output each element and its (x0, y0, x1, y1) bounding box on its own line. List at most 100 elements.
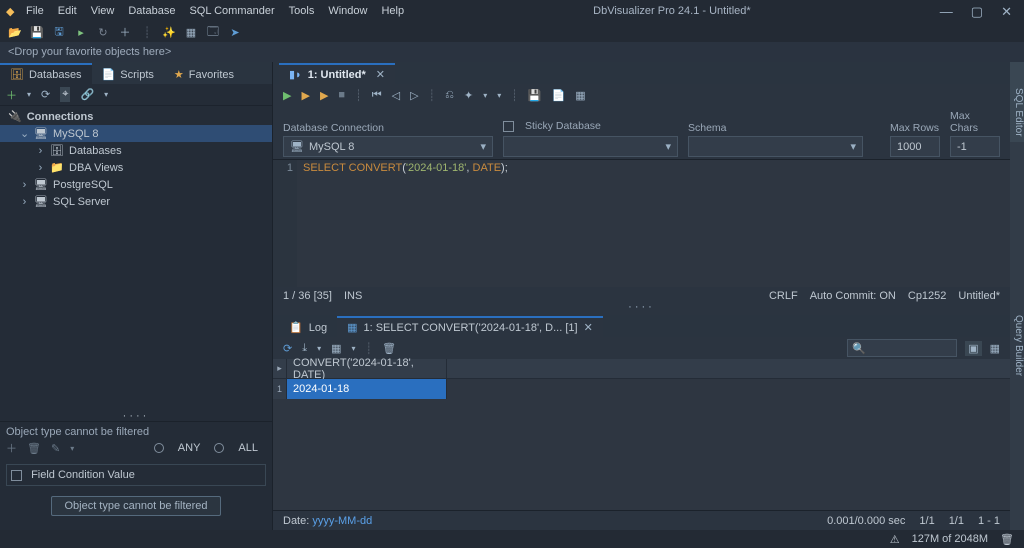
fwd-icon[interactable]: ▷ (410, 89, 418, 102)
tab-log[interactable]: 📋 Log (279, 318, 337, 337)
tab-untitled[interactable]: ▮◗ 1: Untitled* ✕ (279, 63, 395, 84)
db-connection-select[interactable]: 🖥MySQL 8 ▾ (283, 136, 493, 157)
gc-icon[interactable]: 🗑 (1000, 533, 1014, 546)
link-icon[interactable]: 🔗 (80, 88, 94, 101)
column-header[interactable]: CONVERT('2024-01-18', DATE) (287, 359, 447, 378)
sql-editor[interactable]: 1 SELECT CONVERT('2024-01-18', DATE); (273, 159, 1010, 287)
twisty-icon[interactable]: › (36, 145, 45, 157)
tree-node[interactable]: ›🖥PostgreSQL (0, 176, 272, 193)
menu-sql-commander[interactable]: SQL Commander (189, 5, 274, 17)
sticky-checkbox[interactable] (503, 121, 514, 132)
favorites-drop-strip[interactable]: <Drop your favorite objects here> (0, 42, 1024, 62)
checkbox-fcv[interactable] (11, 470, 22, 481)
chevron-down-icon[interactable]: ▾ (483, 91, 487, 100)
save-all-icon[interactable]: 🖫 (52, 25, 66, 39)
refresh-icon[interactable]: ⟳ (283, 342, 292, 355)
play-group-icon[interactable]: ▶ (301, 89, 309, 102)
play-icon[interactable]: ▶ (283, 89, 291, 102)
chevron-down-icon[interactable]: ▾ (352, 344, 356, 353)
database-icon: 🗄 (10, 68, 24, 81)
export-icon[interactable]: ⤓ (302, 342, 307, 355)
skip-back-icon[interactable]: ⏮ (372, 89, 382, 102)
close-tab-icon[interactable]: ✕ (376, 68, 385, 81)
result-grid[interactable]: ▸ CONVERT('2024-01-18', DATE) 1 2024-01-… (273, 359, 1010, 510)
splitter-dots-icon[interactable]: ···· (0, 413, 272, 421)
menu-window[interactable]: Window (328, 5, 367, 17)
schema-select[interactable]: ▾ (688, 136, 863, 157)
tree-node[interactable]: ⌄🖥MySQL 8 (0, 125, 272, 142)
menu-view[interactable]: View (91, 5, 115, 17)
sticky-db-select[interactable]: ▾ (503, 136, 678, 157)
maximize-icon[interactable]: ▢ (971, 5, 983, 18)
table-row[interactable]: 1 2024-01-18 (273, 379, 1010, 399)
menu-database[interactable]: Database (128, 5, 175, 17)
maxchars-input[interactable]: -1 (950, 136, 1000, 157)
date-format[interactable]: yyyy-MM-dd (312, 515, 372, 527)
code-area[interactable]: SELECT CONVERT('2024-01-18', DATE); (297, 160, 514, 287)
back-icon[interactable]: ◁ (392, 89, 400, 102)
stop-icon[interactable]: ↻ (96, 25, 110, 39)
menu-edit[interactable]: Edit (58, 5, 77, 17)
trash-icon[interactable]: 🗑 (382, 342, 396, 355)
chevron-down-icon[interactable]: ▾ (497, 91, 501, 100)
menu-help[interactable]: Help (381, 5, 404, 17)
save-icon[interactable]: 💾 (528, 89, 542, 102)
play-file-icon[interactable]: ▶ (320, 89, 328, 102)
chevron-down-icon[interactable]: ▾ (27, 90, 31, 99)
chevron-down-icon[interactable]: ▾ (850, 140, 856, 153)
pencil-icon[interactable]: ✎ (51, 442, 60, 455)
twisty-icon[interactable]: › (36, 162, 45, 174)
tab-databases[interactable]: 🗄 Databases (0, 63, 92, 84)
add-connection-icon[interactable]: ＋ (6, 87, 17, 103)
tab-favorites[interactable]: ★ Favorites (164, 65, 244, 84)
result-cell[interactable]: 2024-01-18 (287, 379, 447, 399)
trash-icon[interactable]: 🗑 (27, 442, 41, 455)
grid-icon[interactable]: ▦ (331, 342, 341, 355)
tab-result[interactable]: ▦ 1: SELECT CONVERT('2024-01-18', D... [… (337, 316, 603, 337)
plus-icon[interactable]: ＋ (6, 440, 17, 456)
close-icon[interactable]: ✕ (1001, 5, 1012, 18)
radio-all[interactable] (214, 443, 224, 453)
branch-icon[interactable]: ⎌ (445, 89, 454, 102)
twisty-icon[interactable]: ⌄ (20, 127, 29, 140)
chevron-down-icon[interactable]: ▾ (317, 344, 321, 353)
chevron-down-icon[interactable]: ▾ (104, 90, 108, 99)
config-icon[interactable]: ✦ (464, 89, 473, 102)
sidebar-sql-editor[interactable]: SQL Editor (1010, 62, 1024, 142)
tree-node[interactable]: ›🖥SQL Server (0, 193, 272, 210)
magic-icon[interactable]: ✨ (162, 25, 176, 39)
run-icon[interactable]: ▸ (74, 25, 88, 39)
chevron-down-icon[interactable]: ▾ (480, 140, 486, 153)
close-tab-icon[interactable]: ✕ (584, 321, 593, 334)
arrow-icon[interactable]: ➤ (228, 25, 242, 39)
menu-file[interactable]: File (26, 5, 44, 17)
plus-icon[interactable]: ＋ (118, 25, 132, 39)
grid-mode-icon[interactable]: ▦ (990, 342, 1000, 355)
splitter-dots-icon[interactable]: ···· (273, 305, 1010, 315)
maxrows-input[interactable]: 1000 (890, 136, 940, 157)
warning-icon[interactable]: ⚠ (890, 533, 900, 546)
funnel-icon[interactable]: ⌖ (60, 87, 70, 102)
chevron-down-icon[interactable]: ▾ (665, 140, 671, 153)
twisty-icon[interactable]: › (20, 179, 29, 191)
result-search-input[interactable]: 🔍 (847, 339, 957, 357)
format-icon[interactable]: ▦ (575, 89, 585, 102)
open-icon[interactable]: 📄 (552, 89, 566, 102)
tree-node[interactable]: ›🗄Databases (0, 142, 272, 159)
grid-icon[interactable]: ▦ (184, 25, 198, 39)
sidebar-query-builder[interactable]: Query Builder (1010, 142, 1024, 530)
stop-icon[interactable]: ■ (338, 89, 345, 101)
connection-tree[interactable]: 🔌 Connections ⌄🖥MySQL 8›🗄Databases›📁DBA … (0, 106, 272, 413)
menu-tools[interactable]: Tools (289, 5, 315, 17)
window-icon[interactable]: 🗔 (206, 25, 220, 39)
folder-open-icon[interactable]: 📂 (8, 25, 22, 39)
maximize-icon[interactable]: ▣ (965, 341, 981, 356)
refresh-icon[interactable]: ⟳ (41, 88, 50, 101)
twisty-icon[interactable]: › (20, 196, 29, 208)
tree-node[interactable]: ›📁DBA Views (0, 159, 272, 176)
save-icon[interactable]: 💾 (30, 25, 44, 39)
minimize-icon[interactable]: — (940, 5, 953, 18)
chevron-down-icon[interactable]: ▾ (70, 444, 74, 453)
radio-any[interactable] (154, 443, 164, 453)
tab-scripts[interactable]: 📄 Scripts (92, 65, 164, 84)
